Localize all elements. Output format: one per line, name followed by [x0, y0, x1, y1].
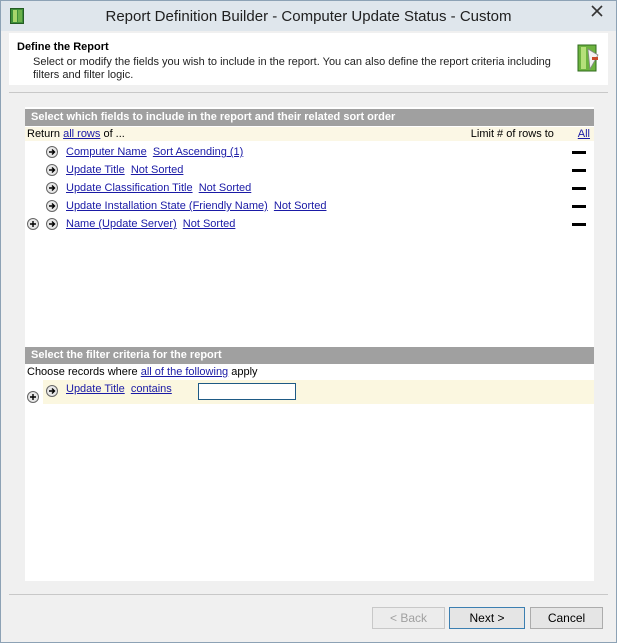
field-row: Name (Update Server) Not Sorted	[25, 215, 594, 233]
filter-logic-link[interactable]: all of the following	[141, 366, 228, 378]
page-title: Define the Report	[17, 41, 109, 53]
choose-prefix: Choose records where	[27, 366, 138, 378]
field-row: Update Title Not Sorted	[25, 161, 594, 179]
next-button[interactable]: Next >	[449, 607, 525, 629]
filter-value-input[interactable]	[198, 383, 296, 400]
choose-suffix: apply	[231, 366, 258, 378]
filter-section-heading: Select the filter criteria for the repor…	[25, 347, 594, 364]
field-link[interactable]: Update Installation State (Friendly Name…	[66, 200, 268, 212]
field-row: Computer Name Sort Ascending (1)	[25, 143, 594, 161]
sort-link[interactable]: Not Sorted	[199, 182, 252, 194]
return-suffix: of ...	[103, 128, 125, 140]
dash-icon[interactable]	[572, 187, 586, 190]
close-button[interactable]	[584, 1, 610, 21]
field-row: Update Installation State (Friendly Name…	[25, 197, 594, 215]
report-book-icon	[577, 44, 599, 72]
arrow-right-icon[interactable]	[46, 146, 58, 158]
filter-criteria-row: Update Title contains	[43, 380, 594, 404]
arrow-right-icon[interactable]	[46, 385, 58, 397]
limit-rows-label: Limit # of rows to	[470, 128, 554, 140]
field-link[interactable]: Update Classification Title	[66, 182, 193, 194]
fields-section-heading: Select which fields to include in the re…	[25, 109, 594, 126]
dash-icon[interactable]	[572, 151, 586, 154]
title-bar: Report Definition Builder - Computer Upd…	[1, 1, 616, 31]
dash-icon[interactable]	[572, 169, 586, 172]
cancel-button[interactable]: Cancel	[530, 607, 603, 629]
report-builder-window: Report Definition Builder - Computer Upd…	[0, 0, 617, 643]
window-title: Report Definition Builder - Computer Upd…	[105, 8, 512, 25]
plus-icon[interactable]	[27, 391, 39, 403]
app-book-icon	[10, 8, 24, 24]
sort-link[interactable]: Not Sorted	[183, 218, 236, 230]
arrow-right-icon[interactable]	[46, 218, 58, 230]
filter-field-link[interactable]: Update Title	[66, 383, 125, 395]
limit-rows-link[interactable]: All	[578, 128, 590, 140]
header-divider	[9, 92, 608, 93]
report-definition-panel: Select which fields to include in the re…	[25, 107, 594, 581]
page-description: Select or modify the fields you wish to …	[33, 56, 551, 81]
return-prefix: Return	[27, 128, 61, 140]
field-link[interactable]: Name (Update Server)	[66, 218, 177, 230]
arrow-right-icon[interactable]	[46, 200, 58, 212]
return-rows-line: Return all rows of ... Limit # of rows t…	[25, 127, 594, 141]
plus-icon[interactable]	[27, 218, 39, 230]
back-button[interactable]: < Back	[372, 607, 445, 629]
dash-icon[interactable]	[572, 205, 586, 208]
arrow-right-icon[interactable]	[46, 182, 58, 194]
field-row: Update Classification Title Not Sorted	[25, 179, 594, 197]
field-link[interactable]: Update Title	[66, 164, 125, 176]
footer-divider	[9, 594, 608, 595]
close-icon	[591, 5, 603, 17]
dash-icon[interactable]	[572, 223, 586, 226]
sort-link[interactable]: Not Sorted	[274, 200, 327, 212]
arrow-right-icon[interactable]	[46, 164, 58, 176]
choose-records-line: Choose records where all of the followin…	[25, 365, 594, 379]
field-link[interactable]: Computer Name	[66, 146, 147, 158]
sort-link[interactable]: Sort Ascending (1)	[153, 146, 244, 158]
filter-operator-link[interactable]: contains	[131, 383, 172, 395]
sort-link[interactable]: Not Sorted	[131, 164, 184, 176]
page-header: Define the Report Select or modify the f…	[9, 33, 608, 85]
return-rows-link[interactable]: all rows	[63, 128, 100, 140]
